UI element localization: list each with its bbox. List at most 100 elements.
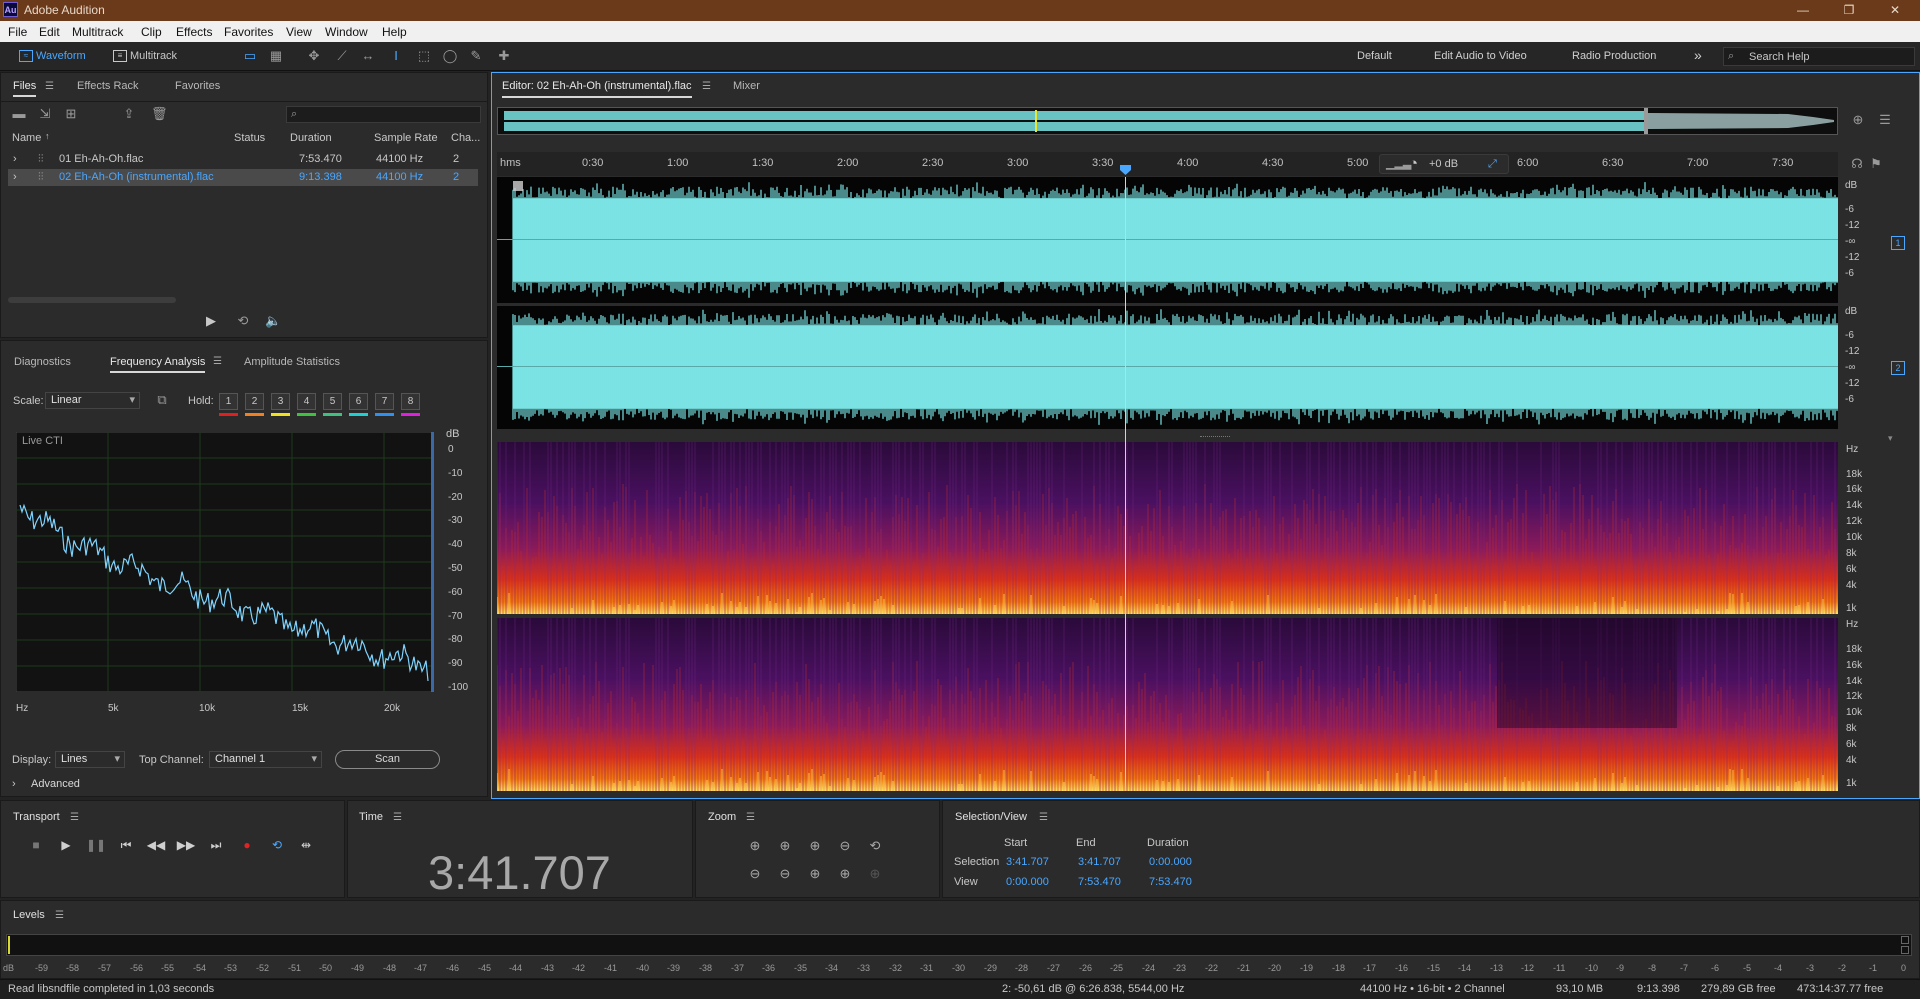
copy-icon[interactable]: ⧉ bbox=[154, 392, 170, 408]
expand-chevron-icon[interactable]: › bbox=[13, 153, 17, 165]
lasso-tool-icon[interactable]: ◯ bbox=[442, 48, 458, 64]
scan-button[interactable]: Scan bbox=[335, 750, 440, 769]
search-help-field[interactable]: ⌕ Search Help bbox=[1723, 47, 1915, 66]
zoom-to-selection-icon[interactable]: ⊕ bbox=[805, 865, 825, 883]
zoom-out-time-icon[interactable]: ⊖ bbox=[775, 865, 795, 883]
col-status[interactable]: Status bbox=[234, 132, 265, 144]
headphone-icon[interactable]: ☊ bbox=[1849, 156, 1865, 172]
close-icon[interactable]: ✕ bbox=[1872, 0, 1918, 21]
hold-button-4[interactable]: 4 bbox=[297, 393, 316, 410]
sv-view-start[interactable]: 0:00.000 bbox=[1006, 876, 1049, 888]
advanced-toggle[interactable]: Advanced bbox=[31, 778, 80, 790]
zoom-out-amplitude-icon[interactable]: ⊖ bbox=[745, 865, 765, 883]
col-duration[interactable]: Duration bbox=[290, 132, 332, 144]
move-tool-icon[interactable]: ✥ bbox=[306, 48, 322, 64]
splitter-grip[interactable] bbox=[1200, 436, 1230, 439]
restore-icon[interactable]: ❐ bbox=[1826, 0, 1872, 21]
col-sample-rate[interactable]: Sample Rate bbox=[374, 132, 438, 144]
panel-menu-icon[interactable]: ☰ bbox=[393, 812, 402, 823]
file-row[interactable]: › ⫶⫶ 01 Eh-Ah-Oh.flac 7:53.470 44100 Hz … bbox=[8, 151, 478, 168]
marquee-tool-icon[interactable]: ⬚ bbox=[416, 48, 432, 64]
pause-icon[interactable]: ❚❚ bbox=[86, 837, 106, 853]
tab-editor[interactable]: Editor: 02 Eh-Ah-Oh (instrumental).flac bbox=[502, 80, 692, 98]
panel-menu-icon[interactable]: ☰ bbox=[746, 812, 755, 823]
autoplay-icon[interactable]: 🔈 bbox=[265, 313, 281, 329]
files-search-input[interactable]: ⌕ bbox=[286, 106, 481, 123]
time-ruler[interactable] bbox=[497, 152, 1838, 176]
loop-playback-icon[interactable]: ⟲ bbox=[267, 837, 287, 853]
menu-multitrack[interactable]: Multitrack bbox=[72, 25, 123, 39]
col-channels[interactable]: Cha... bbox=[451, 132, 480, 144]
display-dropdown[interactable]: Lines bbox=[55, 751, 125, 768]
tab-diagnostics[interactable]: Diagnostics bbox=[14, 356, 71, 368]
volume-knob-icon[interactable]: ◔ bbox=[1409, 155, 1418, 172]
pin-icon[interactable]: ⤢ bbox=[1488, 158, 1497, 171]
col-name[interactable]: Name bbox=[12, 132, 41, 144]
zoom-out-full-icon[interactable]: ⊖ bbox=[835, 837, 855, 855]
hold-button-1[interactable]: 1 bbox=[219, 393, 238, 410]
open-file-icon[interactable]: ▬ bbox=[11, 106, 27, 122]
wave-options-icon[interactable] bbox=[513, 181, 523, 191]
multitrack-view-button[interactable]: ≡ Multitrack bbox=[108, 47, 183, 66]
zoom-in-amplitude-icon[interactable]: ⊕ bbox=[745, 837, 765, 855]
waveform-display[interactable] bbox=[497, 177, 1838, 433]
menu-favorites[interactable]: Favorites bbox=[224, 25, 273, 39]
scale-dropdown[interactable]: Linear bbox=[45, 392, 140, 409]
hold-button-8[interactable]: 8 bbox=[401, 393, 420, 410]
file-row-selected[interactable]: › ⫶⫶ 02 Eh-Ah-Oh (instrumental).flac 9:1… bbox=[8, 169, 478, 186]
waveform-view-button[interactable]: ≈ Waveform bbox=[14, 47, 92, 66]
new-file-icon[interactable]: ⊞ bbox=[63, 106, 79, 122]
panel-menu-icon[interactable]: ☰ bbox=[213, 356, 222, 367]
playhead-line[interactable] bbox=[1125, 177, 1126, 791]
hold-button-6[interactable]: 6 bbox=[349, 393, 368, 410]
play-icon[interactable]: ▶ bbox=[56, 837, 76, 853]
fast-forward-icon[interactable]: ▶▶ bbox=[176, 837, 196, 853]
spot-healing-icon[interactable]: ✚ bbox=[496, 48, 512, 64]
spectral-pitch-icon[interactable]: ▦ bbox=[268, 48, 284, 64]
horizontal-scrollbar[interactable] bbox=[8, 297, 176, 303]
menu-clip[interactable]: Clip bbox=[141, 25, 162, 39]
import-icon[interactable]: ⇲ bbox=[37, 106, 53, 122]
loop-preview-icon[interactable]: ⟲ bbox=[235, 313, 251, 329]
navigator-options-icon[interactable]: ☰ bbox=[1877, 112, 1893, 128]
menu-window[interactable]: Window bbox=[325, 25, 368, 39]
skip-to-end-icon[interactable]: ⏭ bbox=[206, 837, 226, 853]
zoom-tracks-icon[interactable]: ⊕ bbox=[865, 865, 885, 883]
collapse-arrow-icon[interactable]: ▾ bbox=[1888, 433, 1893, 444]
zoom-in-point-icon[interactable]: ⊕ bbox=[805, 837, 825, 855]
panel-menu-icon[interactable]: ☰ bbox=[70, 812, 79, 823]
insert-into-multitrack-icon[interactable]: ⇪ bbox=[121, 106, 137, 122]
workspace-edit-audio-to-video[interactable]: Edit Audio to Video bbox=[1434, 50, 1527, 62]
more-workspaces-button[interactable]: » bbox=[1694, 47, 1702, 63]
hold-button-5[interactable]: 5 bbox=[323, 393, 342, 410]
time-selection-tool-icon[interactable]: I bbox=[388, 48, 404, 64]
brush-tool-icon[interactable]: ✎ bbox=[468, 48, 484, 64]
hold-button-7[interactable]: 7 bbox=[375, 393, 394, 410]
expand-chevron-icon[interactable]: › bbox=[13, 171, 17, 183]
spectral-display[interactable] bbox=[497, 442, 1838, 791]
top-channel-dropdown[interactable]: Channel 1 bbox=[209, 751, 322, 768]
hud-volume[interactable]: ▁▂▃ ◔ +0 dB ⤢ bbox=[1379, 154, 1509, 174]
sv-selection-duration[interactable]: 0:00.000 bbox=[1149, 856, 1192, 868]
sv-selection-end[interactable]: 3:41.707 bbox=[1078, 856, 1121, 868]
zoom-reset-icon[interactable]: ⟲ bbox=[865, 837, 885, 855]
skip-selection-icon[interactable]: ⇹ bbox=[296, 837, 316, 853]
channel-badge-1[interactable]: 1 bbox=[1891, 236, 1905, 250]
panel-menu-icon[interactable]: ☰ bbox=[55, 910, 64, 921]
razor-tool-icon[interactable]: ⟋ bbox=[334, 48, 350, 64]
marker-icon[interactable]: ⚑ bbox=[1868, 156, 1884, 172]
rewind-icon[interactable]: ◀◀ bbox=[146, 837, 166, 853]
panel-menu-icon[interactable]: ☰ bbox=[45, 81, 54, 92]
zoom-in-time-icon[interactable]: ⊕ bbox=[775, 837, 795, 855]
play-preview-icon[interactable]: ▶ bbox=[203, 313, 219, 329]
tab-effects-rack[interactable]: Effects Rack bbox=[77, 80, 139, 92]
editor-menu-icon[interactable]: ☰ bbox=[702, 81, 711, 92]
menu-effects[interactable]: Effects bbox=[176, 25, 212, 39]
stop-icon[interactable]: ■ bbox=[26, 837, 46, 853]
tab-frequency-analysis[interactable]: Frequency Analysis bbox=[110, 356, 206, 373]
tab-amplitude-statistics[interactable]: Amplitude Statistics bbox=[244, 356, 340, 368]
channel-badge-2[interactable]: 2 bbox=[1891, 361, 1905, 375]
tab-mixer[interactable]: Mixer bbox=[733, 80, 760, 92]
spectral-display-icon[interactable]: ▭ bbox=[242, 48, 258, 64]
workspace-radio-production[interactable]: Radio Production bbox=[1572, 50, 1656, 62]
